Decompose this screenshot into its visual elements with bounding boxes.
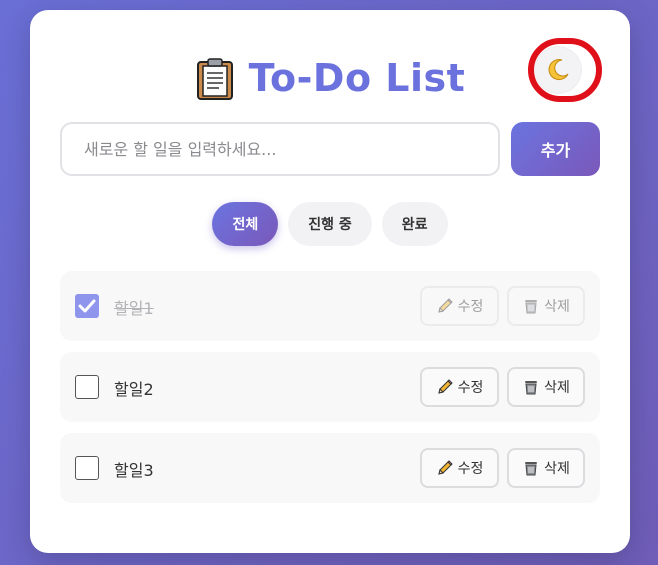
delete-label: 삭제 (544, 299, 570, 315)
edit-label: 수정 (457, 461, 484, 477)
todo-card: To-Do List 추가 전체 진행 중 완료 할일1 (30, 10, 630, 553)
pencil-icon (437, 298, 453, 313)
pencil-icon (437, 379, 453, 394)
todo-checkbox[interactable] (75, 375, 99, 399)
delete-label: 삭제 (544, 380, 570, 396)
edit-label: 수정 (457, 380, 484, 396)
pencil-icon (437, 460, 453, 475)
todo-item: 할일2 수정 삭제 (60, 352, 600, 422)
edit-button[interactable]: 수정 (420, 367, 499, 407)
todo-checkbox[interactable] (75, 456, 99, 480)
new-todo-input[interactable] (60, 122, 500, 176)
crescent-moon-icon (548, 59, 569, 81)
checkmark-icon (78, 299, 96, 313)
todo-text: 할일3 (114, 461, 154, 480)
edit-button[interactable]: 수정 (420, 448, 499, 488)
todo-item: 할일3 수정 삭제 (60, 433, 600, 503)
trash-icon (525, 381, 538, 395)
clipboard-icon (196, 58, 233, 100)
filter-all[interactable]: 전체 (212, 202, 279, 246)
filter-completed[interactable]: 완료 (381, 202, 448, 246)
todo-list: 할일1 수정 삭제 할일2 수정 삭제 할일3 수정 삭제 (60, 271, 600, 514)
add-todo-row: 추가 (60, 122, 600, 176)
edit-label: 수정 (457, 299, 484, 315)
filter-in-progress[interactable]: 진행 중 (288, 202, 372, 246)
todo-text: 할일2 (114, 380, 154, 399)
theme-toggle-button[interactable] (535, 47, 581, 93)
page-title: To-Do List (248, 56, 466, 100)
filter-tabs: 전체 진행 중 완료 (30, 202, 630, 246)
trash-icon (525, 462, 538, 476)
delete-button[interactable]: 삭제 (507, 367, 585, 407)
delete-button[interactable]: 삭제 (507, 448, 585, 488)
todo-item: 할일1 수정 삭제 (60, 271, 600, 341)
todo-checkbox[interactable] (75, 294, 99, 318)
delete-label: 삭제 (544, 461, 570, 477)
delete-button[interactable]: 삭제 (507, 286, 585, 326)
trash-icon (525, 300, 538, 314)
todo-text: 할일1 (114, 299, 154, 318)
edit-button[interactable]: 수정 (420, 286, 499, 326)
add-button[interactable]: 추가 (511, 122, 600, 176)
